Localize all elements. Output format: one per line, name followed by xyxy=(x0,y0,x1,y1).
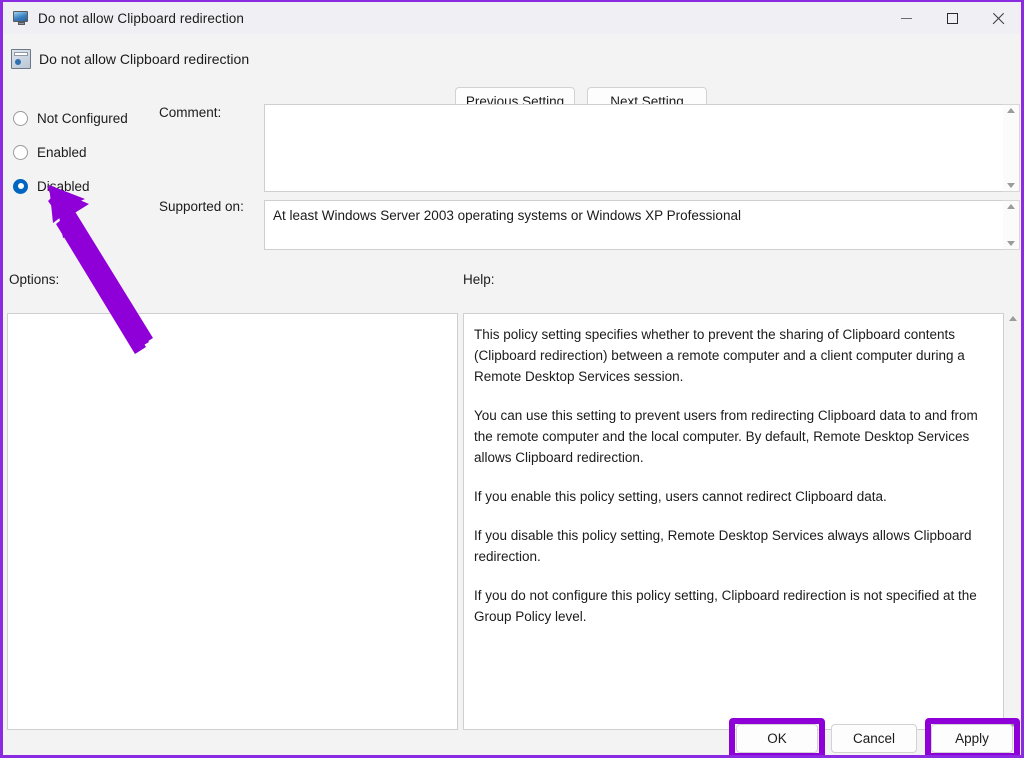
radio-enabled[interactable]: Enabled xyxy=(13,140,153,164)
help-paragraph: If you disable this policy setting, Remo… xyxy=(474,525,991,567)
policy-header: Do not allow Clipboard redirection Previ… xyxy=(3,34,1021,96)
title-bar: Do not allow Clipboard redirection xyxy=(3,2,1021,34)
help-paragraph: If you enable this policy setting, users… xyxy=(474,486,991,507)
close-icon xyxy=(992,12,1005,25)
radio-label: Enabled xyxy=(37,145,87,160)
radio-icon xyxy=(13,111,28,126)
cancel-button[interactable]: Cancel xyxy=(831,724,917,753)
group-policy-setting-dialog: Do not allow Clipboard redirection Do no… xyxy=(0,0,1024,758)
window-controls xyxy=(883,2,1021,34)
maximize-button[interactable] xyxy=(929,2,975,34)
monitor-policy-icon xyxy=(12,10,30,26)
group-policy-setting-icon xyxy=(11,49,31,69)
comment-scrollbar[interactable] xyxy=(1003,104,1020,192)
scroll-down-icon[interactable] xyxy=(1007,241,1015,246)
scroll-up-icon[interactable] xyxy=(1007,204,1015,209)
help-paragraph: If you do not configure this policy sett… xyxy=(474,585,991,627)
ok-button[interactable]: OK xyxy=(736,724,818,753)
scroll-up-icon[interactable] xyxy=(1007,108,1015,113)
help-scrollbar[interactable] xyxy=(1004,313,1021,730)
policy-name: Do not allow Clipboard redirection xyxy=(39,51,249,67)
supported-on-scrollbar[interactable] xyxy=(1003,200,1020,250)
help-panel: This policy setting specifies whether to… xyxy=(463,313,1004,730)
scroll-down-icon[interactable] xyxy=(1007,183,1015,188)
policy-state-radio-group: Not Configured Enabled Disabled xyxy=(13,106,153,208)
comment-label: Comment: xyxy=(159,105,221,120)
options-label: Options: xyxy=(9,272,59,287)
apply-button[interactable]: Apply xyxy=(931,724,1013,753)
options-panel[interactable] xyxy=(7,313,458,730)
window-title: Do not allow Clipboard redirection xyxy=(38,11,244,26)
scroll-up-icon[interactable] xyxy=(1009,316,1017,321)
comment-input[interactable] xyxy=(264,104,1020,192)
minimize-icon xyxy=(901,18,912,19)
supported-on-value: At least Windows Server 2003 operating s… xyxy=(264,200,1020,250)
supported-on-label: Supported on: xyxy=(159,199,244,214)
help-paragraph: This policy setting specifies whether to… xyxy=(474,324,991,387)
minimize-button[interactable] xyxy=(883,2,929,34)
radio-not-configured[interactable]: Not Configured xyxy=(13,106,153,130)
radio-disabled[interactable]: Disabled xyxy=(13,174,153,198)
radio-label: Not Configured xyxy=(37,111,128,126)
radio-icon xyxy=(13,145,28,160)
radio-label: Disabled xyxy=(37,179,90,194)
maximize-icon xyxy=(947,13,958,24)
help-paragraph: You can use this setting to prevent user… xyxy=(474,405,991,468)
radio-selected-icon xyxy=(13,179,28,194)
help-label: Help: xyxy=(463,272,495,287)
close-button[interactable] xyxy=(975,2,1021,34)
